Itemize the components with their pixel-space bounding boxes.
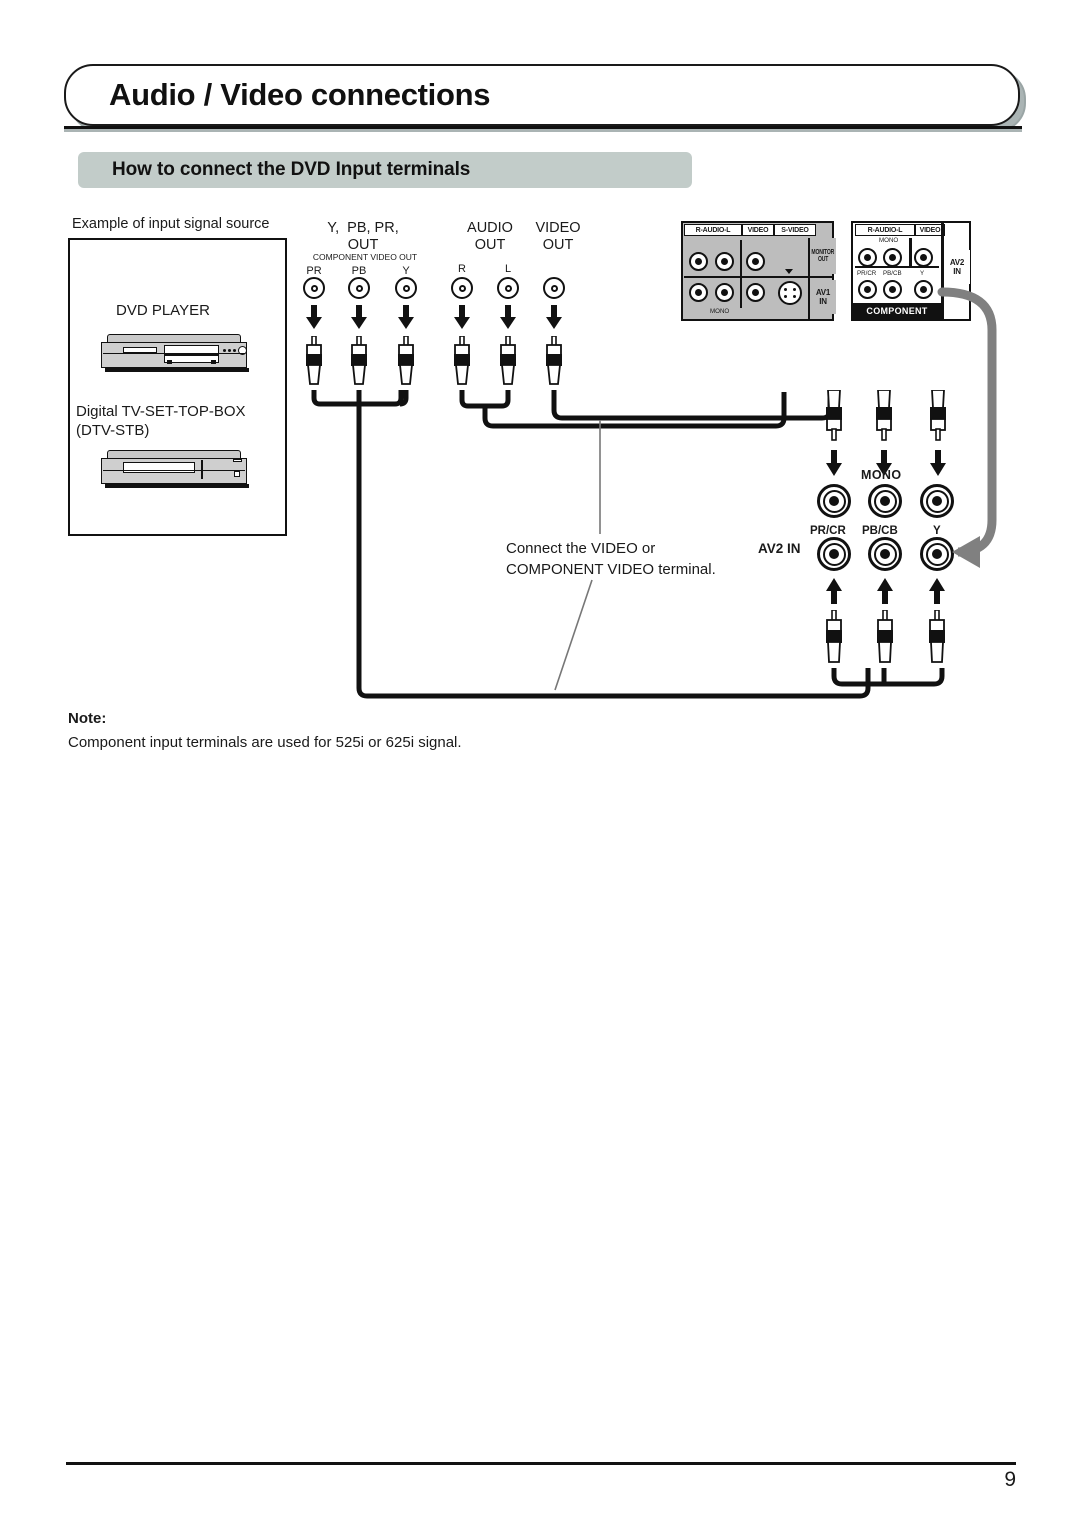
rca-plug-audio-l bbox=[497, 336, 519, 392]
panel-mono-label-av1: MONO bbox=[710, 308, 730, 315]
rca-plug-pr bbox=[303, 336, 325, 392]
panel-divider-av2-h bbox=[855, 266, 939, 268]
panel-tag-av1-in: AV1 IN bbox=[810, 280, 836, 314]
page-title: Audio / Video connections bbox=[109, 77, 491, 112]
arrow-down-audio-l bbox=[500, 305, 516, 329]
panel-divider-av1-v1 bbox=[740, 240, 742, 276]
rca-plug-av2-audio-r bbox=[823, 390, 845, 448]
av2-jack-y bbox=[920, 537, 954, 571]
arrow-up-av2-pr bbox=[826, 578, 842, 604]
rca-plug-pb bbox=[348, 336, 370, 392]
panel-jack-av2-y bbox=[914, 280, 933, 299]
panel-jack-av2-pb bbox=[883, 280, 902, 299]
dvd-player-icon bbox=[101, 334, 253, 374]
arrow-down-av2-audio-r bbox=[826, 450, 842, 476]
rca-plug-av2-video bbox=[927, 390, 949, 448]
panel-tag-s-video-av1: S-VIDEO bbox=[774, 224, 816, 236]
source-jack-pr bbox=[303, 277, 325, 299]
panel-label-av2-pr: PR/CR bbox=[857, 270, 877, 277]
section-subheading-label: How to connect the DVD Input terminals bbox=[112, 159, 471, 180]
panel-divider-av1-v2 bbox=[740, 278, 742, 308]
callout-line2: COMPONENT VIDEO terminal. bbox=[506, 561, 716, 578]
panel-label-av2-pb: PB/CB bbox=[883, 270, 902, 277]
source-device-box bbox=[68, 238, 287, 536]
manual-page: Audio / Video connections How to connect… bbox=[0, 0, 1080, 1526]
panel-divider-av1-h2 bbox=[808, 276, 834, 278]
audio-out-title-line2: OUT bbox=[474, 237, 506, 253]
panel-tag-monitor-out: MONITOR OUT bbox=[810, 238, 836, 274]
page-title-bar: Audio / Video connections bbox=[64, 64, 1020, 126]
s-video-marker-icon bbox=[785, 269, 793, 274]
component-video-out-label: COMPONENT VIDEO OUT bbox=[312, 252, 418, 262]
av2-jack-video bbox=[920, 484, 954, 518]
panel-mono-label-av2: MONO bbox=[879, 237, 899, 244]
panel-jack-av2-audio-r bbox=[858, 248, 877, 267]
set-top-box-label-2: (DTV-STB) bbox=[76, 422, 150, 439]
panel-jack-av1-audio-l-bot bbox=[715, 283, 734, 302]
video-out-title-line2: OUT bbox=[542, 237, 574, 253]
rca-plug-audio-r bbox=[451, 336, 473, 392]
arrow-down-pr bbox=[306, 305, 322, 329]
av2-jack-pr bbox=[817, 537, 851, 571]
panel-tag-r-audio-l-av2: R-AUDIO-L bbox=[855, 224, 915, 236]
panel-tag-r-audio-l-av1: R-AUDIO-L bbox=[684, 224, 742, 236]
arrow-up-av2-pb bbox=[877, 578, 893, 604]
section-subheading: How to connect the DVD Input terminals bbox=[78, 152, 692, 188]
dvd-player-label: DVD PLAYER bbox=[116, 302, 210, 319]
component-band-label: COMPONENT bbox=[853, 303, 941, 319]
av2-jack-pb bbox=[868, 537, 902, 571]
rca-plug-y bbox=[395, 336, 417, 392]
page-number: 9 bbox=[1004, 1468, 1016, 1491]
panel-tag-video-av1: VIDEO bbox=[742, 224, 774, 236]
jack-label-r: R bbox=[458, 263, 466, 275]
panel-jack-av1-video-top bbox=[746, 252, 765, 271]
panel-jack-av1-audio-r-bot bbox=[689, 283, 708, 302]
arrow-down-audio-r bbox=[454, 305, 470, 329]
s-video-connector-icon bbox=[778, 281, 802, 305]
av2-jack-audio-l bbox=[868, 484, 902, 518]
set-top-box-label: Digital TV-SET-TOP-BOX bbox=[76, 403, 246, 420]
panel-tag-av2-in: AV2 IN bbox=[944, 250, 970, 284]
arrow-down-pb bbox=[351, 305, 367, 329]
set-top-box-icon bbox=[101, 450, 253, 490]
arrow-down-y bbox=[398, 305, 414, 329]
note-label: Note: bbox=[68, 710, 107, 727]
panel-jack-av1-audio-r-top bbox=[689, 252, 708, 271]
arrow-down-av2-video bbox=[930, 450, 946, 476]
source-jack-audio-r bbox=[451, 277, 473, 299]
av2-mono-label: MONO bbox=[861, 468, 902, 482]
rca-plug-av2-audio-l bbox=[873, 390, 895, 448]
source-jack-video bbox=[543, 277, 565, 299]
panel-jack-av2-pr bbox=[858, 280, 877, 299]
source-jack-pb bbox=[348, 277, 370, 299]
panel-divider-av1-h bbox=[684, 276, 810, 279]
panel-jack-av1-audio-l-top bbox=[715, 252, 734, 271]
panel-jack-av2-audio-l bbox=[883, 248, 902, 267]
footer-rule bbox=[66, 1462, 1016, 1465]
av2-in-section-label: AV2 IN bbox=[758, 541, 801, 556]
jack-label-l: L bbox=[504, 263, 512, 275]
panel-label-av2-y: Y bbox=[920, 270, 925, 277]
source-jack-audio-l bbox=[497, 277, 519, 299]
rca-plug-video bbox=[543, 336, 565, 392]
panel-jack-av2-video bbox=[914, 248, 933, 267]
arrow-down-video bbox=[546, 305, 562, 329]
callout-line1: Connect the VIDEO or bbox=[506, 540, 656, 557]
panel-jack-av1-video-bot bbox=[746, 283, 765, 302]
arrow-up-av2-y bbox=[929, 578, 945, 604]
panel-divider-av2-v bbox=[909, 238, 912, 266]
rca-plug-av2-y bbox=[926, 610, 948, 668]
rca-plug-av2-pb bbox=[874, 610, 896, 668]
source-caption: Example of input signal source bbox=[72, 216, 270, 232]
source-jack-y bbox=[395, 277, 417, 299]
rca-plug-av2-pr bbox=[823, 610, 845, 668]
title-rule-shadow bbox=[64, 129, 1022, 132]
note-text: Component input terminals are used for 5… bbox=[68, 734, 462, 751]
av2-jack-audio-r bbox=[817, 484, 851, 518]
